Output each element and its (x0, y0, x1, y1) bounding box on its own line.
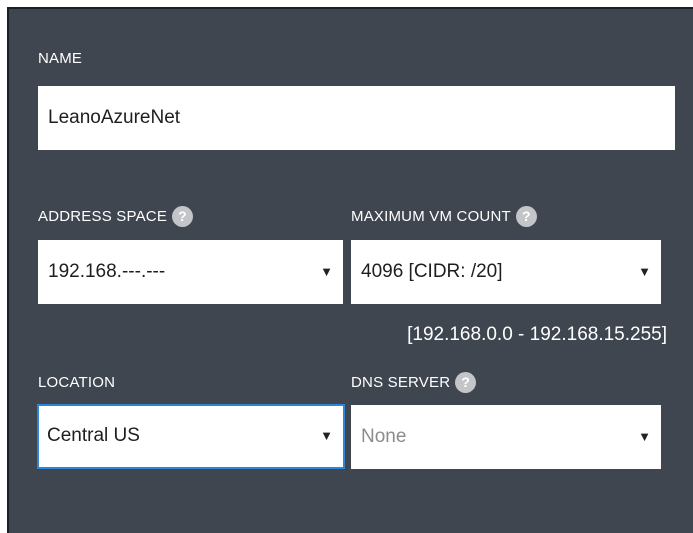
max-vm-count-select[interactable]: 4096 [CIDR: /20] ▼ (351, 240, 661, 304)
dns-server-label-row: DNS SERVER? (351, 372, 477, 394)
dns-server-value: None (361, 426, 407, 447)
chevron-down-icon: ▼ (320, 428, 333, 443)
max-vm-count-label-row: MAXIMUM VM COUNT? (351, 206, 537, 228)
network-settings-panel: NAME LeanoAzureNet ADDRESS SPACE? 192.16… (7, 7, 693, 533)
help-icon[interactable]: ? (515, 206, 537, 227)
help-icon[interactable]: ? (455, 372, 477, 393)
location-label: LOCATION (38, 374, 116, 391)
dns-server-label: DNS SERVER (351, 374, 451, 391)
max-vm-count-label: MAXIMUM VM COUNT (351, 208, 511, 225)
location-value: Central US (47, 425, 140, 446)
dns-server-select[interactable]: None ▼ (351, 405, 661, 469)
max-vm-count-value: 4096 [CIDR: /20] (361, 261, 503, 282)
name-input[interactable]: LeanoAzureNet (38, 86, 675, 150)
help-icon[interactable]: ? (172, 206, 194, 227)
address-space-label-row: ADDRESS SPACE? (38, 206, 194, 228)
address-space-value: 192.168.---.--- (48, 261, 166, 282)
cidr-range-text: [192.168.0.0 - 192.168.15.255] (407, 324, 667, 345)
chevron-down-icon: ▼ (320, 264, 333, 279)
chevron-down-icon: ▼ (638, 429, 651, 444)
address-space-select[interactable]: 192.168.---.--- ▼ (38, 240, 343, 304)
location-select[interactable]: Central US ▼ (37, 404, 345, 469)
chevron-down-icon: ▼ (638, 264, 651, 279)
name-label: NAME (38, 50, 83, 67)
address-space-label: ADDRESS SPACE (38, 208, 168, 225)
